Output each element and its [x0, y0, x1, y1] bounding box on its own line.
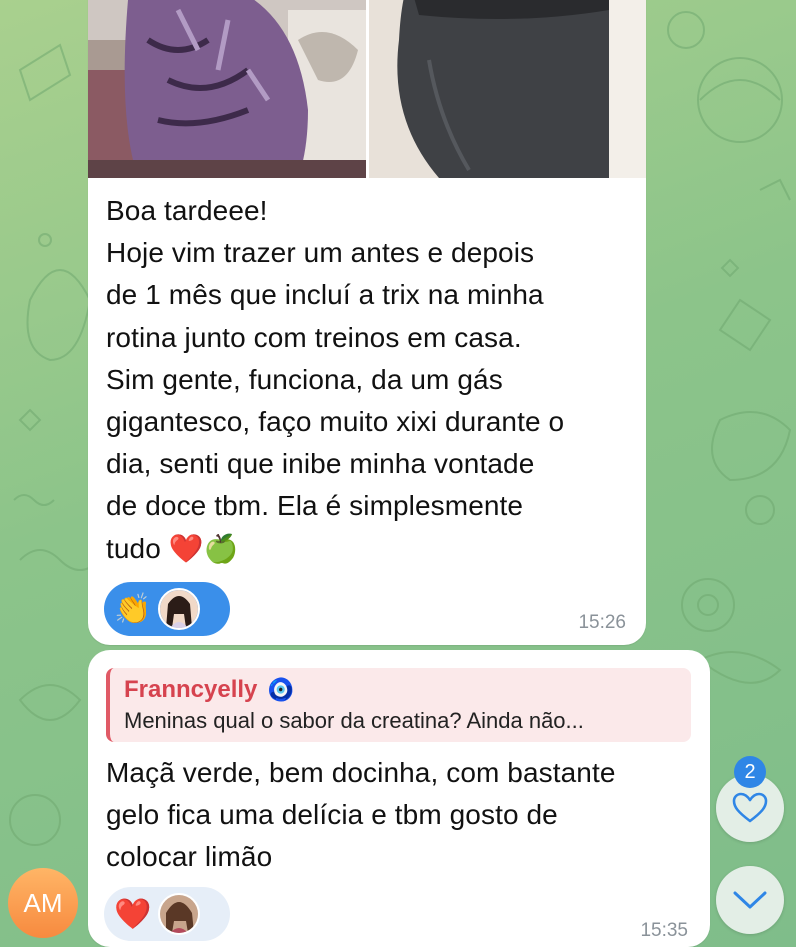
heart-icon: ❤️ — [114, 897, 152, 931]
clap-icon: 👏 — [114, 592, 152, 626]
reactor-avatar — [158, 588, 200, 630]
message-bubble-1[interactable]: Boa tardeee! Hoje vim trazer um antes e … — [88, 0, 646, 645]
after-photo[interactable] — [369, 0, 646, 178]
message-text: Maçã verde, bem docinha, com bastante ge… — [106, 757, 616, 873]
unread-reactions-badge: 2 — [734, 756, 766, 788]
scroll-to-bottom-button[interactable] — [716, 866, 784, 934]
reply-author-name: Franncyelly — [124, 676, 258, 703]
message-time: 15:35 — [640, 920, 688, 941]
reaction-chip[interactable]: ❤️ — [104, 887, 230, 941]
reply-quote[interactable]: Franncyelly 🧿 Meninas qual o sabor da cr… — [106, 668, 691, 742]
reply-author: Franncyelly 🧿 — [124, 676, 677, 704]
reactor-avatar — [158, 893, 200, 935]
message-bubble-2[interactable]: Franncyelly 🧿 Meninas qual o sabor da cr… — [88, 650, 710, 947]
nazar-amulet-icon: 🧿 — [267, 677, 295, 702]
message-time: 15:26 — [578, 612, 626, 633]
chevron-down-icon — [733, 891, 767, 909]
sender-avatar[interactable]: AM — [8, 868, 78, 938]
message-text: Boa tardeee! Hoje vim trazer um antes e … — [106, 195, 565, 564]
reaction-chip[interactable]: 👏 — [104, 582, 230, 636]
heart-outline-icon — [732, 792, 768, 823]
before-photo[interactable] — [88, 0, 366, 178]
reply-text: Meninas qual o sabor da creatina? Ainda … — [124, 708, 584, 733]
photo-album[interactable] — [88, 0, 646, 178]
